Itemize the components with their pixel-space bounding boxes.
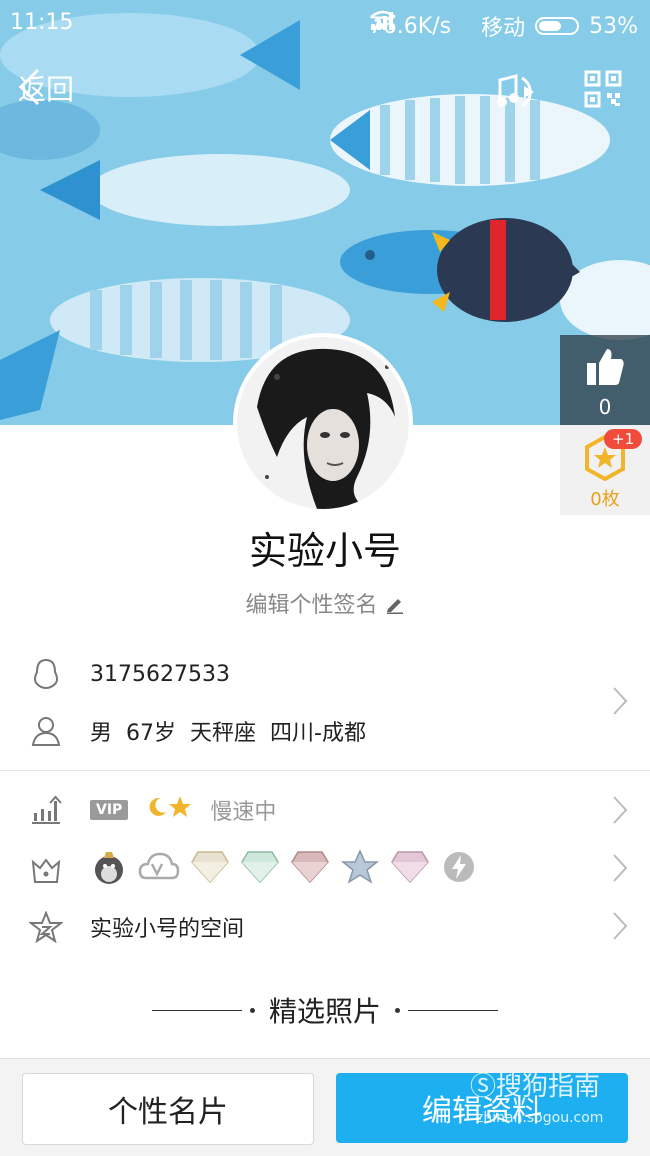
person-icon bbox=[26, 715, 66, 747]
chevron-right-icon[interactable] bbox=[612, 686, 628, 720]
lightning-badge-icon bbox=[440, 849, 478, 891]
penguin-icon bbox=[26, 658, 66, 690]
cloud-vip-icon bbox=[138, 850, 180, 890]
moon-icon bbox=[146, 796, 168, 824]
penguin-badge-icon bbox=[90, 848, 128, 892]
top-nav: 返回 bbox=[0, 62, 650, 122]
location: 四川-成都 bbox=[270, 721, 366, 746]
battery-icon bbox=[535, 17, 580, 35]
dot bbox=[395, 1007, 400, 1013]
qq-number-row: 3175627533 bbox=[0, 646, 650, 702]
basic-info-row[interactable]: 男 67岁 天秤座 四川-成都 bbox=[0, 703, 650, 759]
chevron-right-icon[interactable] bbox=[612, 911, 628, 945]
chevron-right-icon[interactable] bbox=[612, 853, 628, 887]
chart-up-icon bbox=[26, 795, 66, 825]
watermark-brand: 搜狗指南 bbox=[496, 1072, 601, 1102]
divider bbox=[408, 1009, 498, 1011]
gender: 男 bbox=[90, 721, 113, 746]
star-icon bbox=[168, 795, 192, 825]
thumbs-up-icon bbox=[587, 349, 624, 385]
signature-edit[interactable]: 编辑个性签名 bbox=[0, 587, 650, 619]
diamond-icon bbox=[190, 850, 230, 890]
diamond-icon bbox=[240, 850, 280, 890]
avatar[interactable] bbox=[233, 333, 413, 513]
watermark-logo: Ⓢ搜狗指南 bbox=[470, 1066, 600, 1103]
medal-plus-badge: +1 bbox=[604, 429, 643, 449]
featured-photos-header: 精选照片 bbox=[0, 990, 650, 1030]
level-row[interactable]: VIP 慢速中 bbox=[0, 782, 650, 838]
zodiac: 天秤座 bbox=[190, 721, 257, 746]
crown-icon bbox=[26, 856, 66, 884]
profile-card-label: 个性名片 bbox=[108, 1095, 228, 1130]
diamond-icon bbox=[290, 850, 330, 890]
star-outline-icon bbox=[26, 911, 66, 943]
space-label: 实验小号的空间 bbox=[90, 917, 245, 942]
profile-card-button[interactable]: 个性名片 bbox=[22, 1073, 314, 1145]
back-chevron-icon bbox=[18, 68, 40, 106]
age: 67岁 bbox=[126, 721, 177, 746]
space-row[interactable]: 实验小号的空间 bbox=[0, 899, 650, 955]
qq-number: 3175627533 bbox=[90, 661, 230, 687]
signature-label: 编辑个性签名 bbox=[245, 593, 378, 618]
dot bbox=[249, 1007, 255, 1013]
chevron-right-icon[interactable] bbox=[612, 795, 628, 829]
back-button[interactable]: 返回 bbox=[18, 68, 74, 108]
vip-badge: VIP bbox=[90, 800, 129, 820]
status-bar: 11:15 76.6K/s 移动 53% bbox=[0, 0, 650, 48]
level-status: 慢速中 bbox=[210, 800, 277, 825]
sogou-icon: Ⓢ bbox=[470, 1072, 497, 1102]
star-badge-icon bbox=[340, 849, 380, 891]
pencil-icon bbox=[386, 599, 403, 614]
carrier-label: 移动 bbox=[481, 16, 526, 41]
status-time: 11:15 bbox=[10, 10, 74, 35]
medal-count: 0枚 bbox=[590, 489, 620, 510]
medal-button[interactable]: +1 0枚 bbox=[560, 425, 650, 515]
badges-row[interactable] bbox=[0, 842, 650, 898]
profile-name: 实验小号 bbox=[248, 529, 401, 573]
divider bbox=[0, 770, 650, 771]
divider bbox=[151, 1009, 242, 1011]
watermark-url: zhinan.sogou.com bbox=[476, 1110, 604, 1126]
like-button[interactable]: 0 bbox=[560, 335, 650, 425]
section-title: 精选照片 bbox=[268, 995, 381, 1028]
battery-percent: 53% bbox=[589, 13, 638, 39]
diamond-icon bbox=[390, 850, 430, 890]
like-count: 0 bbox=[598, 395, 612, 419]
